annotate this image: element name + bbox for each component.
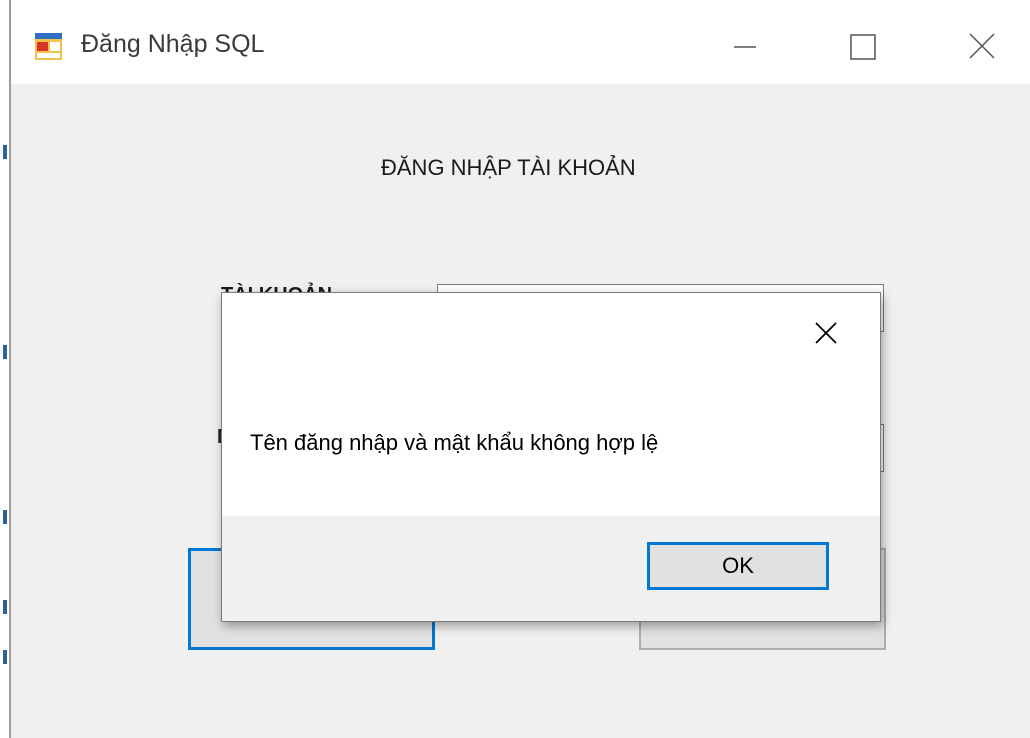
minimize-button[interactable]: [714, 14, 774, 74]
background-marker: [3, 145, 7, 159]
dialog-close-button[interactable]: [808, 315, 844, 351]
close-icon: [969, 33, 995, 59]
login-window: Đăng Nhập SQL ĐĂNG NHẬP TÀI KHOẢN TÀI KH…: [11, 0, 1030, 738]
background-marker: [3, 510, 7, 524]
ok-button[interactable]: OK: [647, 542, 829, 590]
title-bar[interactable]: Đăng Nhập SQL: [11, 0, 1030, 84]
windows-form-icon: [35, 33, 62, 60]
background-marker: [3, 650, 7, 664]
background-marker: [3, 345, 7, 359]
error-message-dialog: Tên đăng nhập và mật khẩu không hợp lệ O…: [221, 292, 881, 622]
dialog-footer: OK: [222, 516, 880, 621]
background-window-edge: [0, 0, 11, 738]
minimize-icon: [734, 46, 756, 48]
dialog-message: Tên đăng nhập và mật khẩu không hợp lệ: [250, 430, 659, 455]
background-marker: [3, 600, 7, 614]
maximize-icon: [850, 34, 876, 60]
maximize-button[interactable]: [833, 14, 893, 74]
form-heading: ĐĂNG NHẬP TÀI KHOẢN: [381, 155, 636, 180]
window-title: Đăng Nhập SQL: [81, 30, 265, 58]
close-icon: [815, 322, 837, 344]
close-button[interactable]: [952, 14, 1012, 74]
